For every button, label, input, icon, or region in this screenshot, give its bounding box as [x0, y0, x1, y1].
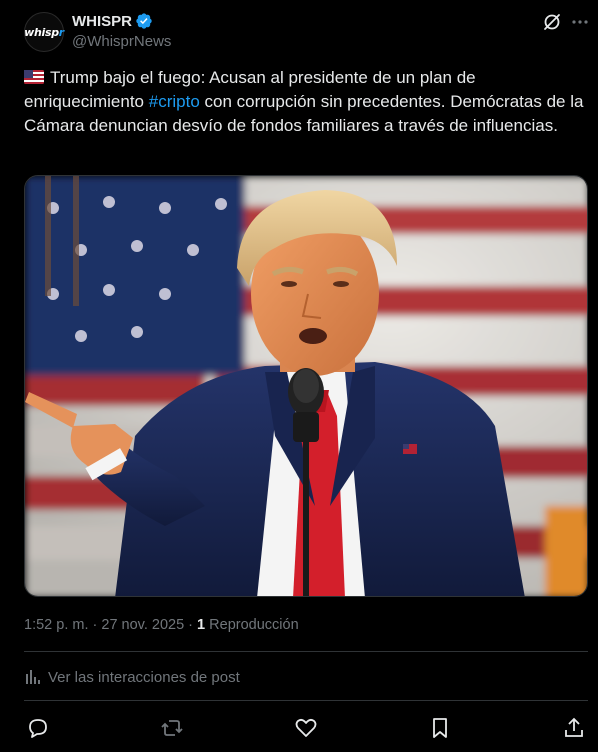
reply-icon[interactable]: [26, 716, 50, 740]
views-count: 1: [197, 617, 206, 633]
avatar-logo: whispr: [24, 25, 64, 39]
post-date[interactable]: 27 nov. 2025: [101, 617, 184, 633]
avatar[interactable]: whispr: [24, 12, 64, 52]
share-icon[interactable]: [562, 716, 586, 740]
view-interactions-button[interactable]: Ver las interacciones de post: [24, 668, 240, 686]
bookmark-icon[interactable]: [428, 716, 452, 740]
repost-icon[interactable]: [160, 716, 184, 740]
post-photo-illustration: [25, 176, 587, 596]
view-interactions-label: Ver las interacciones de post: [48, 668, 240, 686]
post-meta: 1:52 p. m. · 27 nov. 2025 · 1 Reproducci…: [24, 617, 299, 633]
post-text: Trump bajo el fuego: Acusan al president…: [24, 66, 584, 138]
hashtag-link[interactable]: #cripto: [149, 92, 200, 111]
author-handle[interactable]: @WhisprNews: [72, 33, 171, 50]
post-container: whispr WHISPR @WhisprNews Trump bajo el …: [0, 0, 598, 752]
views-label: Reproducción: [209, 617, 299, 633]
author-name-row[interactable]: WHISPR: [72, 12, 153, 30]
meta-separator-2: ·: [184, 617, 198, 633]
us-flag-icon: [24, 70, 44, 84]
action-bar: [24, 716, 588, 740]
like-icon[interactable]: [294, 716, 318, 740]
meta-separator: ·: [88, 617, 102, 633]
author-display-name[interactable]: WHISPR: [72, 13, 132, 30]
verified-badge-icon: [136, 13, 152, 29]
divider-top: [24, 651, 588, 652]
divider-bottom: [24, 700, 588, 701]
post-image[interactable]: [24, 175, 588, 597]
more-options-icon[interactable]: [570, 12, 590, 32]
post-time[interactable]: 1:52 p. m.: [24, 617, 88, 633]
grok-icon[interactable]: [542, 12, 562, 32]
analytics-icon: [26, 670, 40, 684]
